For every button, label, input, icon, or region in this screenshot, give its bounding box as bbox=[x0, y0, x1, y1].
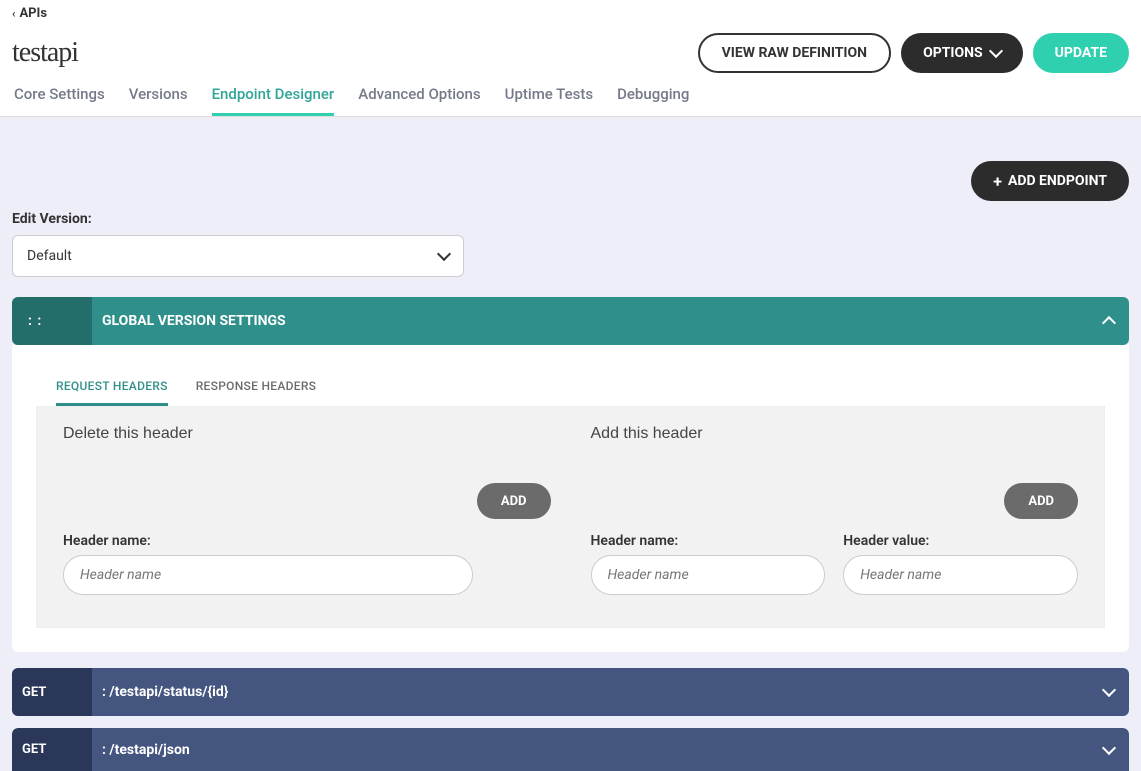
delete-header-name-label: Header name: bbox=[63, 533, 551, 549]
endpoint-path: : /testapi/status/{id} bbox=[92, 668, 1089, 716]
chevron-down-icon bbox=[1102, 683, 1116, 697]
update-label: UPDATE bbox=[1055, 45, 1107, 61]
endpoint-header[interactable]: GET : /testapi/json bbox=[12, 728, 1129, 771]
options-label: OPTIONS bbox=[923, 45, 983, 61]
header-main: testapi VIEW RAW DEFINITION OPTIONS UPDA… bbox=[0, 27, 1141, 79]
chevron-left-icon: ‹ bbox=[12, 7, 15, 20]
edit-version-value: Default bbox=[27, 248, 72, 264]
delete-header-add-button[interactable]: ADD bbox=[477, 483, 551, 519]
add-header-value-input[interactable] bbox=[843, 555, 1078, 595]
breadcrumb[interactable]: ‹ APIs bbox=[0, 0, 1141, 27]
delete-header-name-input[interactable] bbox=[63, 555, 473, 595]
toolbar: + ADD ENDPOINT bbox=[12, 161, 1129, 201]
plus-icon: + bbox=[993, 172, 1002, 191]
page-title: testapi bbox=[12, 37, 78, 69]
inner-tabs: REQUEST HEADERS RESPONSE HEADERS bbox=[36, 369, 1105, 407]
global-panel-header: : : GLOBAL VERSION SETTINGS bbox=[12, 297, 1129, 345]
header-buttons: VIEW RAW DEFINITION OPTIONS UPDATE bbox=[698, 33, 1129, 73]
tab-debugging[interactable]: Debugging bbox=[617, 85, 689, 116]
endpoint-header[interactable]: GET : /testapi/status/{id} bbox=[12, 668, 1129, 716]
chevron-down-icon bbox=[1102, 740, 1116, 754]
add-header-add-button[interactable]: ADD bbox=[1004, 483, 1078, 519]
global-panel-collapse[interactable] bbox=[1089, 297, 1129, 345]
global-panel-body: REQUEST HEADERS RESPONSE HEADERS Delete … bbox=[12, 345, 1129, 652]
delete-header-column: Delete this header ADD Header name: bbox=[63, 425, 551, 595]
endpoint-method: GET bbox=[12, 668, 92, 716]
tab-versions[interactable]: Versions bbox=[129, 85, 188, 116]
tab-response-headers[interactable]: RESPONSE HEADERS bbox=[196, 369, 317, 406]
update-button[interactable]: UPDATE bbox=[1033, 33, 1129, 73]
view-raw-label: VIEW RAW DEFINITION bbox=[722, 45, 867, 61]
add-header-value-label: Header value: bbox=[843, 533, 1078, 549]
add-header-title: Add this header bbox=[591, 425, 1079, 443]
view-raw-button[interactable]: VIEW RAW DEFINITION bbox=[698, 33, 891, 73]
endpoint-expand[interactable] bbox=[1089, 668, 1129, 716]
tab-endpoint-designer[interactable]: Endpoint Designer bbox=[212, 85, 335, 116]
chevron-down-icon bbox=[437, 247, 451, 261]
nav-tabs: Core Settings Versions Endpoint Designer… bbox=[0, 79, 1141, 116]
add-header-column: Add this header ADD Header name: Header … bbox=[591, 425, 1079, 595]
endpoint-row: GET : /testapi/status/{id} bbox=[12, 668, 1129, 716]
options-button[interactable]: OPTIONS bbox=[901, 33, 1023, 73]
edit-version-label: Edit Version: bbox=[12, 211, 1129, 227]
global-version-panel: : : GLOBAL VERSION SETTINGS REQUEST HEAD… bbox=[12, 297, 1129, 652]
endpoint-method: GET bbox=[12, 728, 92, 771]
chevron-up-icon bbox=[1102, 316, 1116, 330]
endpoint-row: GET : /testapi/json bbox=[12, 728, 1129, 771]
tab-uptime-tests[interactable]: Uptime Tests bbox=[505, 85, 593, 116]
endpoint-expand[interactable] bbox=[1089, 728, 1129, 771]
add-endpoint-label: ADD ENDPOINT bbox=[1008, 173, 1107, 189]
endpoint-path: : /testapi/json bbox=[92, 728, 1089, 771]
drag-icon: : : bbox=[22, 313, 48, 329]
chevron-down-icon bbox=[989, 44, 1003, 58]
global-panel-title: GLOBAL VERSION SETTINGS bbox=[92, 297, 1089, 345]
add-header-name-input[interactable] bbox=[591, 555, 826, 595]
inner-content: Delete this header ADD Header name: Add … bbox=[36, 407, 1105, 628]
global-panel-drag[interactable]: : : bbox=[12, 297, 92, 345]
tab-request-headers[interactable]: REQUEST HEADERS bbox=[56, 369, 168, 406]
breadcrumb-label: APIs bbox=[19, 6, 47, 21]
tab-core-settings[interactable]: Core Settings bbox=[14, 85, 105, 116]
add-header-name-label: Header name: bbox=[591, 533, 826, 549]
add-endpoint-button[interactable]: + ADD ENDPOINT bbox=[971, 161, 1129, 201]
content-area: + ADD ENDPOINT Edit Version: Default : :… bbox=[0, 117, 1141, 771]
top-header: ‹ APIs testapi VIEW RAW DEFINITION OPTIO… bbox=[0, 0, 1141, 117]
delete-header-title: Delete this header bbox=[63, 425, 551, 443]
tab-advanced-options[interactable]: Advanced Options bbox=[358, 85, 480, 116]
edit-version-select[interactable]: Default bbox=[12, 235, 464, 277]
